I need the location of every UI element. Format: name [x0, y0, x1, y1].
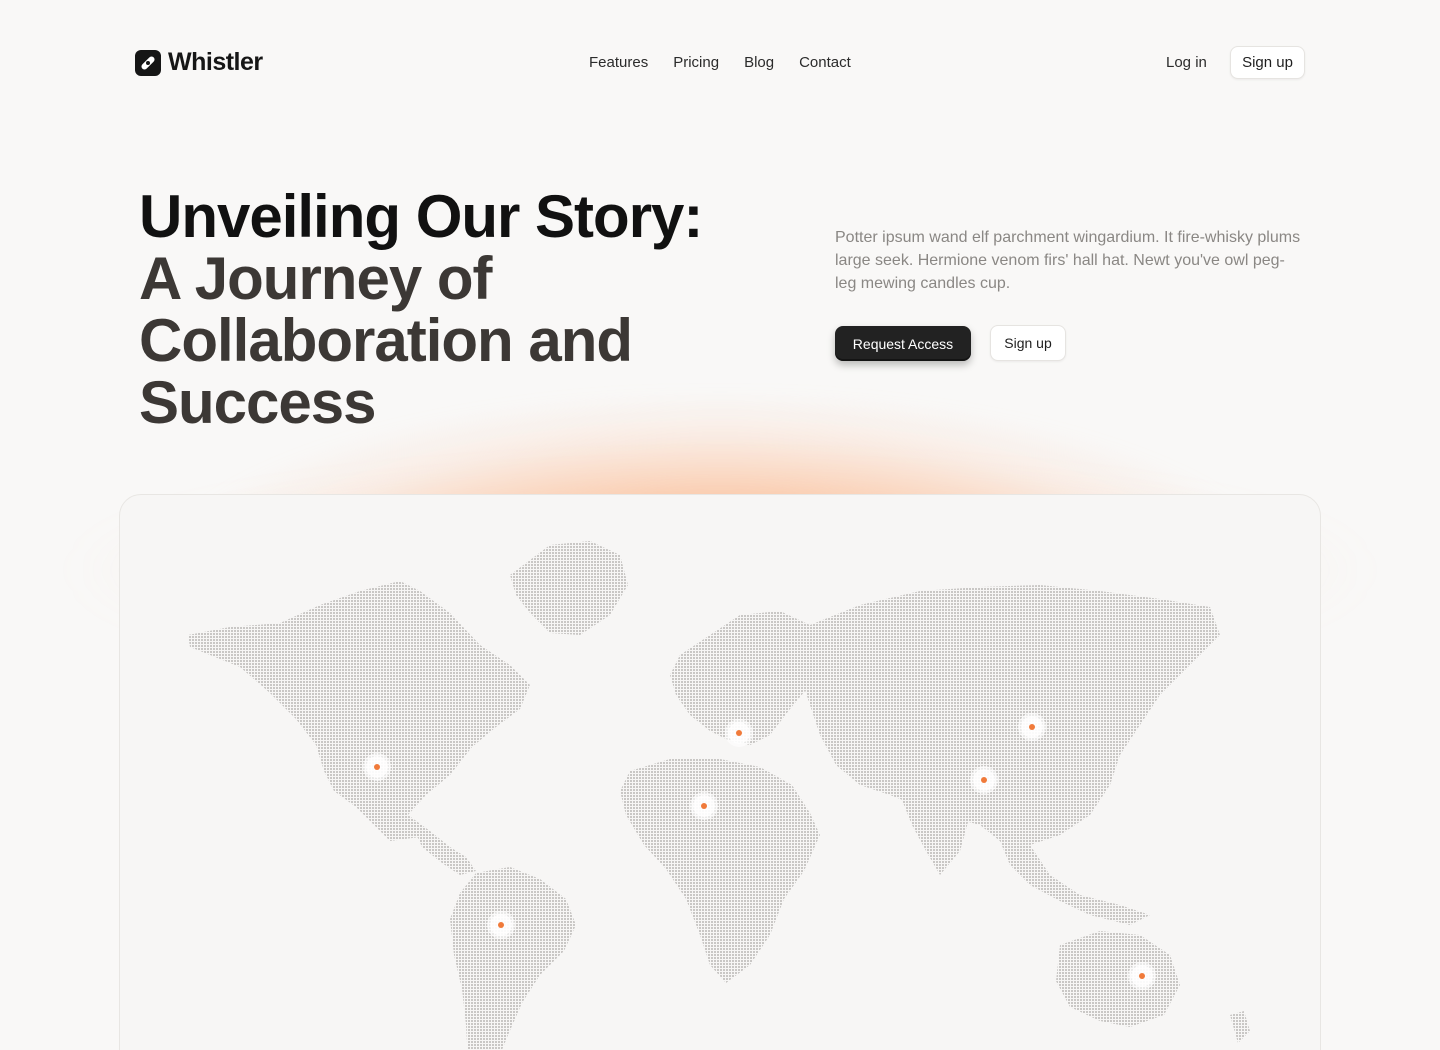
signup-button[interactable]: Sign up: [1230, 46, 1305, 79]
hero-description: Potter ipsum wand elf parchment wingardi…: [835, 229, 1301, 292]
world-map-card: [119, 494, 1321, 1050]
nav-link-contact[interactable]: Contact: [799, 54, 851, 71]
continent-south-america: [450, 867, 576, 1050]
hero-title-line-3: Collaboration and: [139, 307, 633, 374]
request-access-button[interactable]: Request Access: [835, 326, 971, 361]
continent-central-america: [408, 815, 476, 875]
login-link[interactable]: Log in: [1166, 54, 1207, 71]
nav-link-features[interactable]: Features: [589, 54, 648, 71]
top-navbar: Whistler Features Pricing Blog Contact L…: [0, 0, 1440, 125]
map-pin-china[interactable]: [973, 769, 995, 791]
nav-link-blog[interactable]: Blog: [744, 54, 774, 71]
continent-southeast-asia: [1000, 841, 1150, 925]
map-pin-north-america[interactable]: [366, 756, 388, 778]
hero-signup-button[interactable]: Sign up: [990, 325, 1066, 361]
continent-australia: [1056, 931, 1180, 1027]
nav-link-pricing[interactable]: Pricing: [673, 54, 719, 71]
continent-greenland: [510, 541, 628, 635]
brand-name: Whistler: [168, 48, 263, 76]
continent-asia: [800, 585, 1220, 845]
hero-title-line-2: A Journey of: [139, 245, 492, 312]
logo[interactable]: Whistler: [135, 48, 263, 77]
hero-title-line-1: Unveiling Our Story:: [139, 183, 703, 250]
nav-links: Features Pricing Blog Contact: [589, 54, 851, 71]
hero-title: Unveiling Our Story: A Journey of Collab…: [139, 186, 759, 434]
continent-north-america: [188, 581, 530, 841]
hero-title-line-4: Success: [139, 369, 377, 436]
map-pin-africa[interactable]: [693, 795, 715, 817]
map-pin-south-america[interactable]: [490, 914, 512, 936]
bandage-icon: [135, 49, 161, 76]
continent-africa: [620, 759, 820, 983]
continent-new-zealand: [1230, 1011, 1250, 1043]
map-pin-australia[interactable]: [1131, 965, 1153, 987]
map-pin-europe[interactable]: [728, 722, 750, 744]
map-pin-east-asia[interactable]: [1021, 716, 1043, 738]
